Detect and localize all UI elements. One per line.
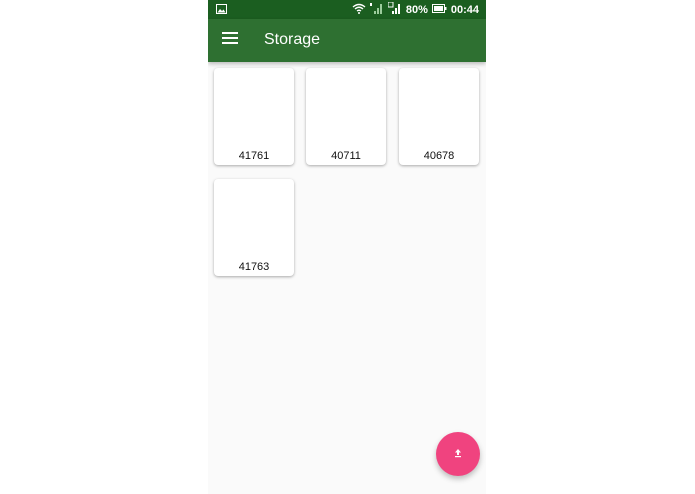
status-bar: 80% 00:44	[208, 0, 486, 19]
page-title: Storage	[264, 31, 321, 48]
image-notification-icon	[216, 4, 227, 17]
app-bar: Storage	[208, 19, 486, 62]
battery-percent: 80%	[405, 3, 428, 16]
phone-screen: 80% 00:44 Storage 41761 40711 40678 4176…	[208, 0, 486, 494]
storage-item-label: 40711	[331, 150, 361, 162]
status-icons: 80% 00:44	[352, 0, 479, 19]
signal-icon	[369, 2, 384, 17]
storage-item-card[interactable]: 41761	[214, 68, 294, 165]
storage-item-label: 41763	[238, 261, 270, 273]
battery-icon	[431, 3, 447, 16]
menu-icon	[222, 31, 238, 49]
storage-item-card[interactable]: 40678	[399, 68, 479, 165]
storage-item-card[interactable]: 40711	[306, 68, 386, 165]
signal-icon	[387, 1, 402, 17]
storage-item-label: 41761	[238, 150, 270, 162]
storage-item-label: 40678	[423, 150, 455, 162]
menu-button[interactable]	[216, 26, 244, 54]
clock: 00:44	[450, 3, 479, 16]
storage-grid: 41761 40711 40678 41763	[208, 62, 486, 494]
wifi-icon	[352, 3, 366, 17]
upload-icon	[453, 445, 463, 463]
upload-fab-button[interactable]	[436, 432, 480, 476]
storage-item-card[interactable]: 41763	[214, 179, 294, 276]
